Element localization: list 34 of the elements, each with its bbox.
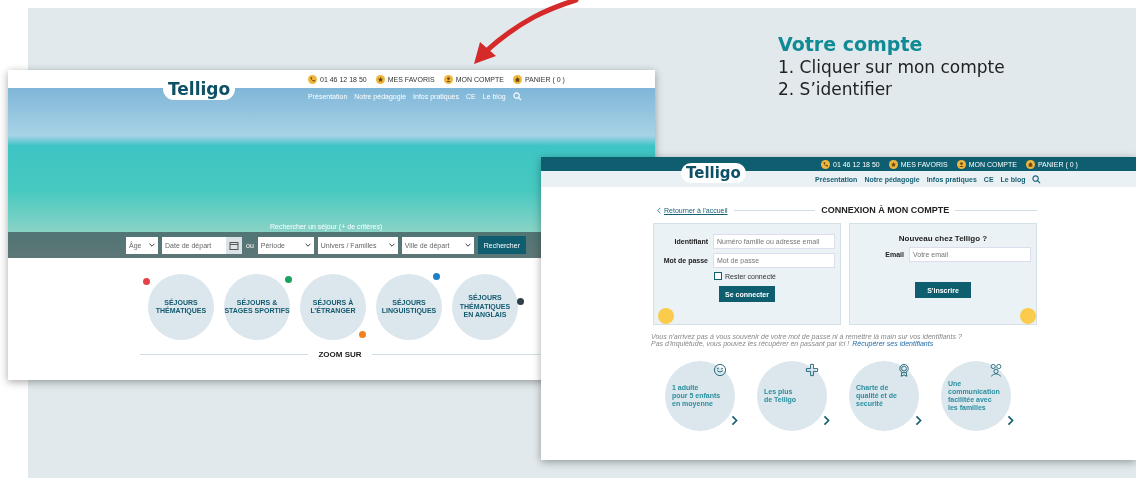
chevron-icon [823,415,830,426]
phone-icon [821,159,830,169]
checkbox[interactable] [714,272,722,280]
card-title: Nouveau chez Telligo ? [898,234,988,243]
caret-icon [388,243,395,247]
house-icon [1025,159,1035,169]
instructions-title: Votre compte [778,32,924,56]
chevron-icon [1007,415,1014,426]
plus-icon [805,363,819,377]
caret-icon [304,243,311,247]
chevron-left-icon [657,206,661,214]
chevron-icon [731,415,738,426]
star-icon [888,159,898,169]
house-icon [512,74,522,84]
chevron-icon [915,415,922,426]
decoration-dot [1020,308,1036,324]
logo[interactable]: Telligo [163,78,236,100]
page-title: CONNEXION À MON COMPTE [821,205,950,215]
smiley-icon [713,363,727,377]
search-icon[interactable] [1032,174,1042,184]
star-icon [375,74,385,84]
user-icon [956,159,966,169]
section-title: ZOOM SUR [318,350,362,359]
phone-icon [308,74,317,84]
caret-icon [464,243,471,247]
calendar-icon[interactable] [226,236,242,254]
user-icon [443,74,453,84]
people-icon [989,363,1003,377]
decoration-dot [658,308,674,324]
instruction-step: 2. S’identifier [778,78,1005,100]
medal-icon [897,363,911,377]
instruction-step: 1. Cliquer sur mon compte [778,56,1005,78]
logo[interactable]: Telligo [681,163,746,183]
caret-icon [149,243,155,247]
